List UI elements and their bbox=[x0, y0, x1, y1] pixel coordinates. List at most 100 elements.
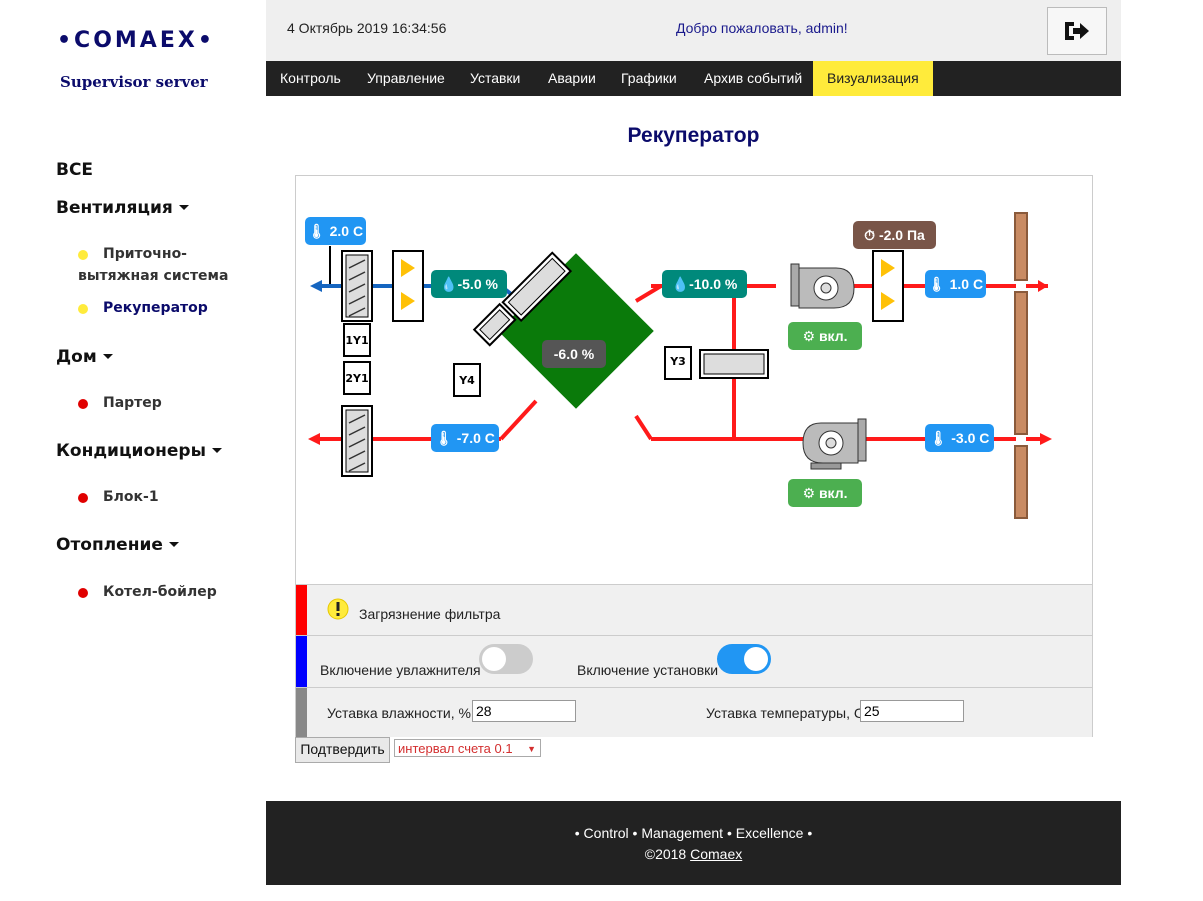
sidebar-item-label: Рекуператор bbox=[103, 300, 208, 316]
sidebar-group-label: Вентиляция bbox=[56, 198, 173, 218]
confirm-button[interactable]: Подтвердить bbox=[295, 737, 390, 763]
nav-control[interactable]: Контроль bbox=[266, 61, 355, 96]
arrow-out-left-icon bbox=[308, 433, 320, 445]
temperature-setpoint-label: Уставка температуры, С bbox=[706, 705, 864, 721]
setpoints-row: Уставка влажности, % Уставка температуры… bbox=[296, 687, 1092, 737]
caret-down-icon bbox=[178, 205, 189, 210]
pipe-exhaust-diag bbox=[499, 399, 538, 441]
temp-supply-value: 1.0 C bbox=[949, 276, 984, 292]
switches-indicator-bar bbox=[296, 636, 307, 687]
temperature-setpoint-input[interactable] bbox=[860, 700, 964, 722]
sidebar-group-conditioners[interactable]: Кондиционеры bbox=[56, 441, 222, 461]
nav-visualization[interactable]: Визуализация bbox=[813, 61, 933, 96]
sidebar-all[interactable]: ВСЕ bbox=[56, 160, 93, 180]
gear-icon: ⚙ bbox=[802, 328, 816, 344]
valve-1y1-icon: 1Y1 bbox=[343, 323, 371, 357]
humidifier-switch-label: Включение увлажнителя bbox=[320, 662, 481, 678]
valve-2y1-label: 2Y1 bbox=[345, 372, 368, 385]
toggle-knob bbox=[744, 647, 768, 671]
footer-tagline: • Control • Management • Excellence • bbox=[574, 825, 813, 841]
status-dot bbox=[78, 493, 88, 503]
humidifier-toggle[interactable] bbox=[479, 644, 533, 674]
temp-extract-badge: 🌡 -3.0 C bbox=[925, 424, 994, 452]
drop-icon: 💧 bbox=[440, 276, 458, 292]
sidebar-item-label: Партер bbox=[103, 395, 162, 411]
drop-icon: 💧 bbox=[671, 276, 690, 292]
alarm-text: Загрязнение фильтра bbox=[359, 606, 501, 622]
nav-event-archive[interactable]: Архив событий bbox=[690, 61, 816, 96]
logout-button[interactable] bbox=[1047, 7, 1107, 55]
arrow-in-right-icon bbox=[1038, 280, 1048, 292]
datetime: 4 Октябрь 2019 16:34:56 bbox=[287, 20, 447, 36]
valve-y4-icon: Y4 bbox=[453, 363, 481, 397]
footer-copyright: ©2018 Comaex bbox=[266, 846, 1121, 862]
filter-supply-icon bbox=[341, 250, 373, 322]
sidebar-item-parter[interactable]: Партер bbox=[78, 392, 162, 414]
recuperator-core bbox=[498, 253, 654, 409]
copyright-text: ©2018 bbox=[644, 846, 691, 862]
humidity-supply-badge: 💧-5.0 % bbox=[431, 270, 507, 298]
nav-setpoints[interactable]: Уставки bbox=[456, 61, 534, 96]
sidebar-item-block-1[interactable]: Блок-1 bbox=[78, 486, 159, 508]
valve-1y1-label: 1Y1 bbox=[345, 334, 368, 347]
nav-alarms[interactable]: Аварии bbox=[534, 61, 610, 96]
recuperator-value-badge: -6.0 % bbox=[542, 340, 606, 368]
valve-y4-label: Y4 bbox=[458, 374, 475, 387]
pipe-extract-diag bbox=[634, 414, 653, 441]
welcome-message: Добро пожаловать, admin! bbox=[676, 20, 848, 36]
arrow-out-right-icon bbox=[1040, 433, 1052, 445]
bypass-damper-icon bbox=[699, 349, 769, 379]
dropdown-arrow-icon: ▼ bbox=[527, 744, 536, 754]
pipe-recup-out bbox=[634, 284, 663, 303]
nav-charts[interactable]: Графики bbox=[607, 61, 691, 96]
sidebar-group-label: Отопление bbox=[56, 535, 163, 555]
fan-extract-state-badge[interactable]: ⚙ вкл. bbox=[788, 479, 862, 507]
humidity-setpoint-input[interactable] bbox=[472, 700, 576, 722]
alarm-row: Загрязнение фильтра bbox=[296, 584, 1092, 635]
filter-exhaust-icon bbox=[341, 405, 373, 477]
interval-select[interactable]: интервал счета 0.1 ▼ bbox=[394, 739, 541, 757]
toggle-knob bbox=[482, 647, 506, 671]
sidebar-group-ventilation[interactable]: Вентиляция bbox=[56, 198, 189, 218]
humidity-extract-value: -10.0 % bbox=[689, 276, 738, 292]
pressure-value: -2.0 Па bbox=[878, 227, 925, 243]
sidebar-group-label: Дом bbox=[56, 347, 97, 367]
top-bar: 4 Октябрь 2019 16:34:56 Добро пожаловать… bbox=[266, 0, 1121, 61]
brand-logo[interactable]: •COMAEX• bbox=[57, 28, 215, 53]
arrow-in-icon bbox=[310, 280, 322, 292]
sign-out-icon bbox=[1065, 22, 1089, 40]
warning-icon bbox=[327, 598, 349, 620]
footer-link-comaex[interactable]: Comaex bbox=[690, 846, 742, 862]
valve-y3-icon: Y3 bbox=[664, 346, 692, 380]
fan-supply-state-badge[interactable]: ⚙ вкл. bbox=[788, 322, 862, 350]
status-dot bbox=[78, 399, 88, 409]
temp-extract-value: -3.0 C bbox=[951, 430, 990, 446]
sidebar-item-boiler[interactable]: Котел-бойлер bbox=[78, 581, 217, 603]
sidebar-item-recuperator[interactable]: Рекуператор bbox=[78, 297, 208, 319]
heater-supply-icon bbox=[392, 250, 424, 322]
sidebar-group-home[interactable]: Дом bbox=[56, 347, 113, 367]
caret-down-icon bbox=[168, 542, 179, 547]
status-dot bbox=[78, 588, 88, 598]
unit-toggle[interactable] bbox=[717, 644, 771, 674]
gear-icon: ⚙ bbox=[802, 485, 816, 501]
humidity-extract-badge: 💧-10.0 % bbox=[662, 270, 747, 298]
footer: • Control • Management • Excellence • ©2… bbox=[266, 801, 1121, 885]
switches-row: Включение увлажнителя Включение установк… bbox=[296, 635, 1092, 687]
nav-management[interactable]: Управление bbox=[353, 61, 459, 96]
temp-supply-badge: 🌡 1.0 C bbox=[925, 270, 986, 298]
main-nav: Контроль Управление Уставки Аварии Графи… bbox=[266, 61, 1121, 96]
temp-exhaust-value: -7.0 C bbox=[456, 430, 495, 446]
interval-select-value: интервал счета 0.1 bbox=[398, 741, 513, 756]
valve-y3-label: Y3 bbox=[669, 355, 686, 368]
caret-down-icon bbox=[102, 354, 113, 359]
sidebar-item-supply-exhaust[interactable]: Приточно-вытяжная система bbox=[78, 243, 238, 287]
temp-exhaust-badge: 🌡 -7.0 C bbox=[431, 424, 499, 452]
alarm-indicator-bar bbox=[296, 585, 307, 635]
sidebar-group-heating[interactable]: Отопление bbox=[56, 535, 179, 555]
humidity-setpoint-label: Уставка влажности, % bbox=[327, 705, 471, 721]
temp-outdoor-value: 2.0 C bbox=[329, 223, 364, 239]
humidity-supply-value: -5.0 % bbox=[457, 276, 498, 292]
brick-wall-icon bbox=[1014, 212, 1028, 519]
fan-supply-icon bbox=[790, 263, 855, 309]
